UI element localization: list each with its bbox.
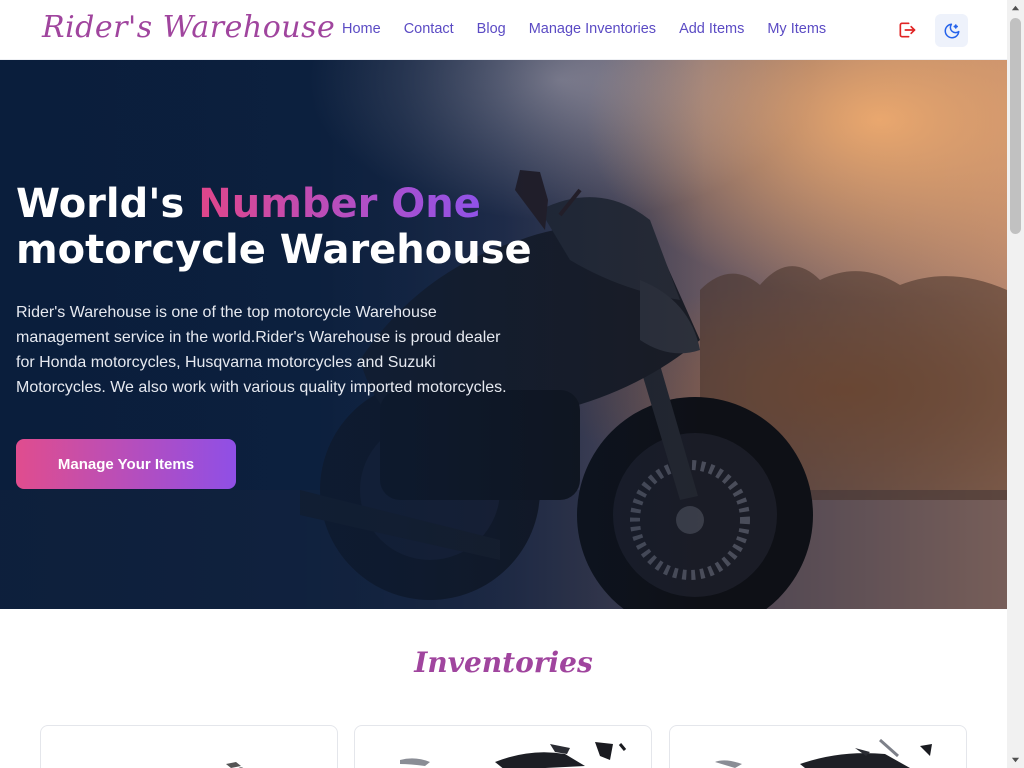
motorcycle-thumbnail <box>715 738 932 768</box>
nav-link-contact[interactable]: Contact <box>404 21 454 37</box>
navbar: Rider's Warehouse Home Contact Blog Mana… <box>0 0 1007 60</box>
logout-icon <box>899 22 916 38</box>
motorcycle-thumbnail <box>400 742 627 768</box>
hero-section: World's Number One motorcycle Warehouse … <box>0 60 1007 609</box>
logout-button[interactable] <box>893 16 921 44</box>
scrollbar-thumb[interactable] <box>1010 18 1021 234</box>
theme-toggle-button[interactable] <box>935 14 968 47</box>
nav-link-my-items[interactable]: My Items <box>767 21 826 37</box>
moon-icon <box>944 23 959 38</box>
nav-link-manage-inventories[interactable]: Manage Inventories <box>529 21 656 37</box>
motorcycle-thumbnail <box>226 762 244 768</box>
hero-title-highlight: Number One <box>198 181 481 227</box>
manage-your-items-button[interactable]: Manage Your Items <box>16 439 236 489</box>
inventory-card[interactable] <box>669 725 967 768</box>
hero-description: Rider's Warehouse is one of the top moto… <box>16 304 507 396</box>
hero-title: World's Number One motorcycle Warehouse <box>16 181 532 273</box>
inventory-card[interactable] <box>40 725 338 768</box>
nav-link-blog[interactable]: Blog <box>477 21 506 37</box>
inventories-title: Inventories <box>414 646 593 679</box>
hero-title-part1: World's <box>16 181 199 227</box>
nav-links: Home Contact Blog Manage Inventories Add… <box>342 21 826 37</box>
inventory-card[interactable] <box>354 725 652 768</box>
nav-link-home[interactable]: Home <box>342 21 381 37</box>
scroll-up-arrow-icon[interactable] <box>1011 4 1020 13</box>
brand-logo[interactable]: Rider's Warehouse <box>42 10 335 45</box>
scroll-down-arrow-icon[interactable] <box>1011 755 1020 764</box>
nav-link-add-items[interactable]: Add Items <box>679 21 744 37</box>
page-scrollbar[interactable] <box>1007 0 1024 768</box>
hero-title-line2: motorcycle Warehouse <box>16 227 532 273</box>
